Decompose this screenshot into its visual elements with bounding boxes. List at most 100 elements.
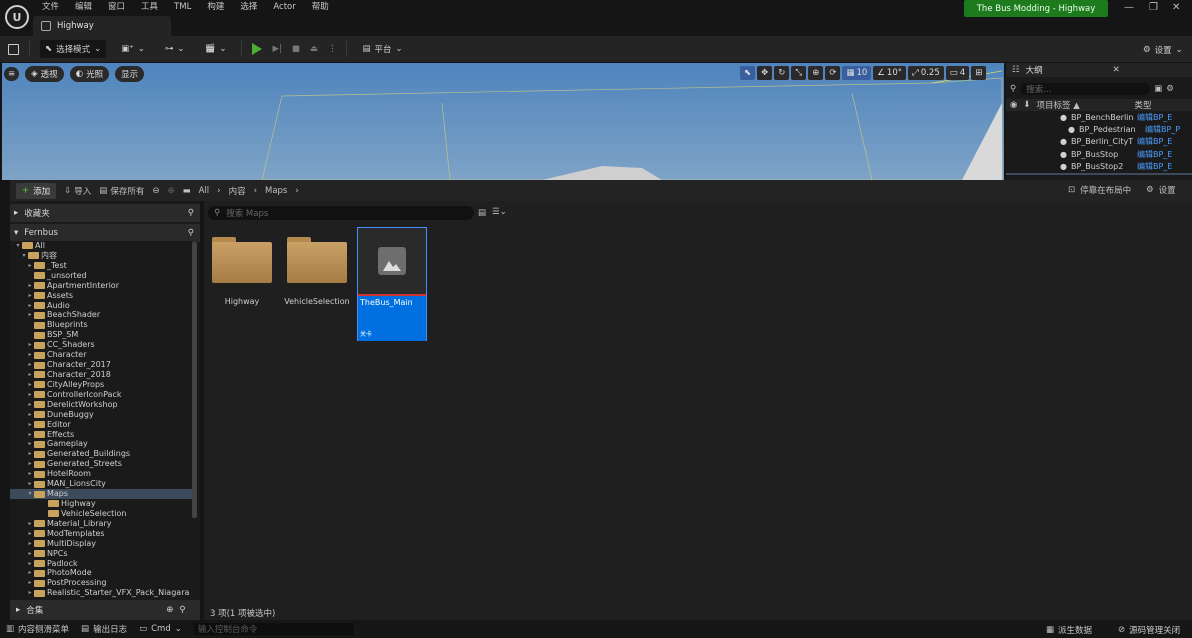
- tree-item[interactable]: ▸ ModTemplates: [10, 529, 192, 539]
- chevron-right-icon[interactable]: ▸: [26, 568, 34, 578]
- tree-item[interactable]: ▸ Generated_Buildings: [10, 449, 192, 459]
- chevron-right-icon[interactable]: ▸: [26, 301, 34, 311]
- grid-snap-button[interactable]: ▦ 10: [842, 66, 872, 80]
- tree-item[interactable]: ▸ DerelictWorkshop: [10, 400, 192, 410]
- eject-icon[interactable]: ⏏: [310, 44, 318, 54]
- chevron-right-icon[interactable]: ▸: [26, 529, 34, 539]
- tree-item[interactable]: ▸ Effects: [10, 430, 192, 440]
- menu-help[interactable]: 帮助: [304, 0, 337, 14]
- tree-item[interactable]: ▸ Character: [10, 350, 192, 360]
- chevron-right-icon[interactable]: ▸: [26, 519, 34, 529]
- select-mode-button[interactable]: ⬉ 选择模式 ⌄: [40, 40, 107, 58]
- platform-button[interactable]: ▤ 平台 ⌄: [357, 40, 407, 58]
- chevron-right-icon[interactable]: ▸: [26, 430, 34, 440]
- chevron-right-icon[interactable]: [40, 509, 48, 519]
- tree-item[interactable]: ▸ CityAlleyProps: [10, 380, 192, 390]
- chevron-right-icon[interactable]: ▸: [26, 588, 34, 598]
- tree-item[interactable]: ▸ Padlock: [10, 559, 192, 569]
- folder-tile-vehicleselection[interactable]: VehicleSelection: [283, 227, 351, 339]
- column-type[interactable]: 类型: [1135, 99, 1152, 111]
- tree-item[interactable]: ▸ NPCs: [10, 549, 192, 559]
- chevron-right-icon[interactable]: ▸: [26, 439, 34, 449]
- breadcrumb-maps[interactable]: Maps: [265, 186, 287, 196]
- outliner-row[interactable]: ● BP_Pedestrian 编辑BP_P: [1006, 123, 1192, 135]
- add-folder-icon[interactable]: ▣: [1154, 84, 1162, 94]
- breadcrumb-content[interactable]: 内容: [229, 185, 246, 197]
- tree-item[interactable]: ▸ Character_2018: [10, 370, 192, 380]
- source-control-button[interactable]: ⊘ 源码管理关闭: [1118, 624, 1180, 636]
- add-button[interactable]: + 添加: [16, 182, 57, 199]
- tree-item[interactable]: ▸ PostProcessing: [10, 578, 192, 588]
- chevron-right-icon[interactable]: ▸: [26, 261, 34, 271]
- tree-item[interactable]: VehicleSelection: [10, 509, 192, 519]
- chevron-right-icon[interactable]: ▸: [26, 360, 34, 370]
- stop-icon[interactable]: ■: [292, 44, 300, 54]
- tree-item[interactable]: _unsorted: [10, 271, 192, 281]
- surface-snap-icon[interactable]: ⟳: [825, 66, 841, 80]
- chevron-right-icon[interactable]: [40, 499, 48, 509]
- tree-item[interactable]: ▸ Material_Library: [10, 519, 192, 529]
- more-icon[interactable]: ⋮: [328, 44, 337, 54]
- tree-item[interactable]: ▾ Maps: [10, 489, 192, 499]
- search-icon[interactable]: ⚲: [188, 208, 194, 218]
- map-tile-thebus-main[interactable]: TheBus_Main 关卡: [357, 227, 427, 341]
- cinematics-button[interactable]: 🎬︎ ⌄: [200, 41, 232, 57]
- add-collection-icon[interactable]: ⊕: [166, 605, 173, 615]
- settings-button[interactable]: ⚙ 设置 ⌄: [1138, 41, 1188, 59]
- menu-edit[interactable]: 编辑: [67, 0, 100, 14]
- tree-item[interactable]: ▸ ControllerIconPack: [10, 390, 192, 400]
- add-actor-button[interactable]: ▣⁺ ⌄: [116, 41, 150, 57]
- tree-item[interactable]: Blueprints: [10, 320, 192, 330]
- cmd-button[interactable]: ▭ Cmd ⌄: [139, 624, 182, 634]
- filter-icon[interactable]: ☰⌄: [492, 207, 507, 217]
- chevron-right-icon[interactable]: [26, 271, 34, 281]
- chevron-right-icon[interactable]: ▸: [26, 400, 34, 410]
- gear-icon[interactable]: ⚙: [1166, 84, 1174, 94]
- unreal-logo-icon[interactable]: U: [5, 5, 29, 29]
- select-tool-icon[interactable]: ⬉: [740, 66, 756, 80]
- blueprint-button[interactable]: ⊶ ⌄: [160, 41, 190, 57]
- chevron-right-icon[interactable]: ▸: [26, 420, 34, 430]
- tree-item[interactable]: ▸ CC_Shaders: [10, 340, 192, 350]
- tree-item[interactable]: ▸ MAN_LionsCity: [10, 479, 192, 489]
- visibility-icon[interactable]: ◉: [1010, 100, 1017, 110]
- chevron-down-icon[interactable]: ▾: [20, 251, 28, 261]
- outliner-row[interactable]: ● BP_BenchBerlin 编辑BP_E: [1006, 111, 1192, 123]
- scale-snap-button[interactable]: ⤢ 0.25: [908, 66, 944, 80]
- menu-tml[interactable]: TML: [166, 0, 199, 14]
- chevron-right-icon[interactable]: ▸: [26, 578, 34, 588]
- advance-frame-icon[interactable]: ▶|: [272, 44, 281, 54]
- collections-header[interactable]: ▸ 合集 ⊕ ⚲: [10, 600, 200, 620]
- project-header[interactable]: ▾ Fernbus ⚲: [10, 224, 200, 242]
- content-drawer-button[interactable]: ▥ 内容侧滑菜单: [6, 623, 69, 635]
- tree-scrollbar[interactable]: [192, 242, 197, 518]
- play-icon[interactable]: [252, 43, 263, 55]
- tree-item[interactable]: ▸ HotelRoom: [10, 469, 192, 479]
- chevron-right-icon[interactable]: ▸: [26, 559, 34, 569]
- chevron-right-icon[interactable]: ▸: [26, 370, 34, 380]
- rotate-tool-icon[interactable]: ↻: [774, 66, 790, 80]
- menu-select[interactable]: 选择: [232, 0, 265, 14]
- world-space-icon[interactable]: ⊕: [808, 66, 824, 80]
- output-log-button[interactable]: ▤ 输出日志: [81, 623, 127, 635]
- chevron-right-icon[interactable]: ▸: [26, 539, 34, 549]
- outliner-row[interactable]: ● BP_BusStop 编辑BP_E: [1006, 148, 1192, 160]
- viewport-menu-button[interactable]: ≡: [4, 67, 20, 81]
- menu-window[interactable]: 窗口: [100, 0, 133, 14]
- chevron-right-icon[interactable]: ▸: [26, 291, 34, 301]
- back-icon[interactable]: ⊖: [152, 186, 159, 196]
- save-all-button[interactable]: ▤ 保存所有: [99, 185, 144, 197]
- console-input[interactable]: 输入控制台命令: [193, 623, 354, 635]
- chevron-right-icon[interactable]: [26, 330, 34, 340]
- minimize-icon[interactable]: —: [1124, 2, 1134, 13]
- pin-icon[interactable]: ⬇: [1023, 100, 1030, 110]
- lighting-button[interactable]: ◐ 光照: [69, 66, 110, 82]
- forward-icon[interactable]: ⊕: [167, 186, 174, 196]
- tree-item[interactable]: BSP_SM: [10, 330, 192, 340]
- chevron-right-icon[interactable]: ▸: [26, 281, 34, 291]
- save-search-icon[interactable]: ▤: [478, 208, 486, 218]
- menu-actor[interactable]: Actor: [265, 0, 303, 14]
- cb-settings-button[interactable]: ⚙ 设置: [1146, 184, 1176, 196]
- maximize-icon[interactable]: ❐: [1149, 2, 1158, 13]
- chevron-right-icon[interactable]: ▸: [26, 549, 34, 559]
